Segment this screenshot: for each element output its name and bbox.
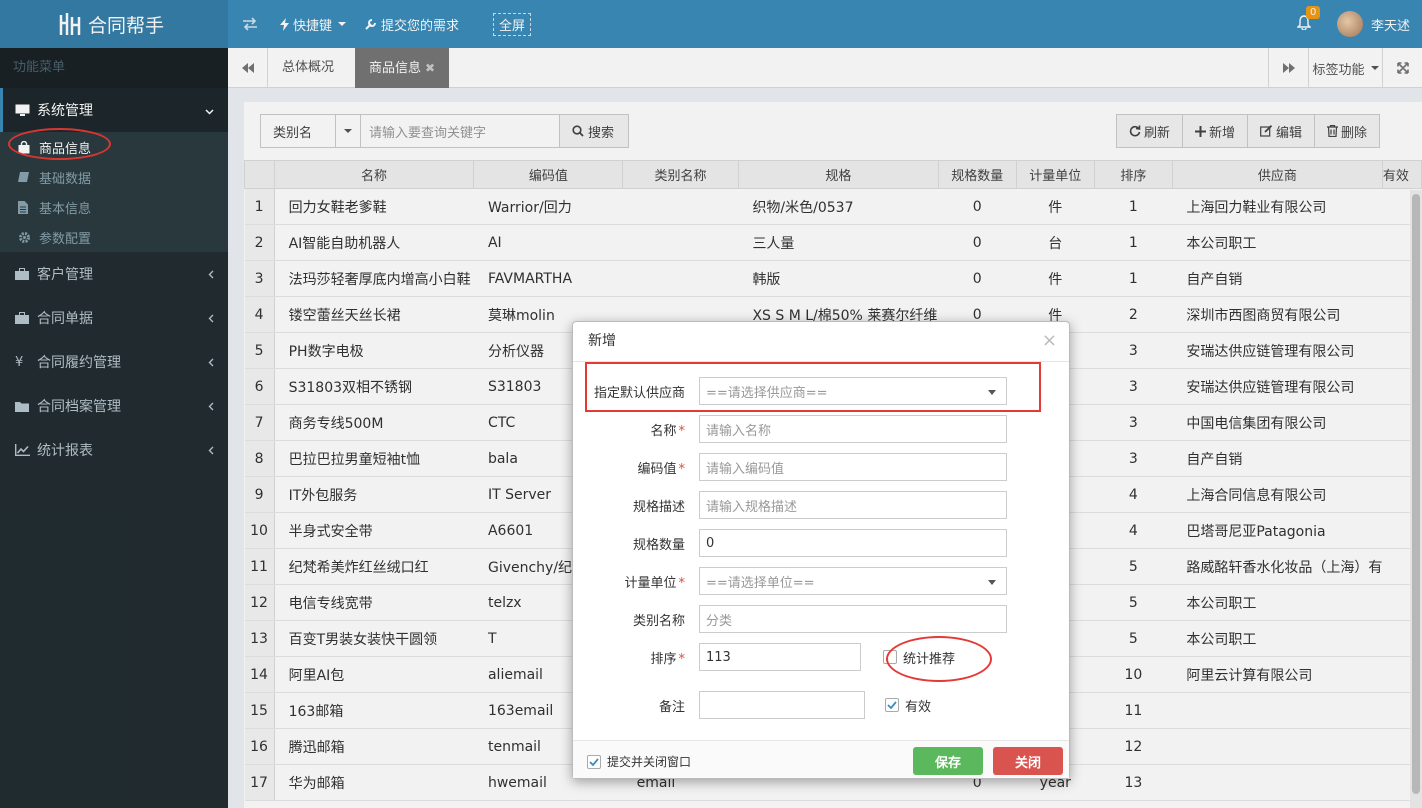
remark-input[interactable] (699, 691, 865, 719)
close-button[interactable]: 关闭 (993, 747, 1063, 775)
dialog-footer: 提交并关闭窗口 保存 关闭 (573, 740, 1069, 778)
category-input[interactable]: 分类 (699, 605, 1007, 633)
spec-label: 规格描述 (632, 499, 685, 515)
name-label: 名称 * (573, 420, 699, 439)
sort-label-text: 排序 (650, 651, 677, 667)
unit-label-text: 计量单位 (624, 575, 677, 591)
save-button[interactable]: 保存 (913, 747, 983, 775)
dialog-title-bar: 新增 × (573, 322, 1069, 362)
unit-row: 计量单位 * ==请选择单位== (573, 567, 1007, 595)
category-row: 类别名称 分类 (573, 605, 1007, 633)
recommend-label: 统计推荐 (903, 651, 956, 667)
spec-row: 规格描述 请输入规格描述 (573, 491, 1007, 519)
code-input[interactable]: 请输入编码值 (699, 453, 1007, 481)
unit-select[interactable]: ==请选择单位== (699, 567, 1007, 595)
supplier-placeholder: ==请选择供应商== (706, 385, 828, 401)
required-mark: * (678, 651, 686, 667)
chevron-down-icon (988, 580, 996, 585)
check-icon (589, 757, 599, 766)
supplier-select[interactable]: ==请选择供应商== (699, 377, 1007, 405)
remark-label: 备注 (658, 699, 685, 715)
sort-label: 排序 * (573, 648, 699, 667)
name-label-text: 名称 (650, 423, 677, 439)
name-row: 名称 * 请输入名称 (573, 415, 1007, 443)
close-icon[interactable]: × (1042, 322, 1057, 360)
recommend-checkbox-row[interactable]: 统计推荐 (883, 648, 955, 667)
supplier-row: 指定默认供应商 ==请选择供应商== (573, 377, 1007, 405)
sort-row: 排序 * 113 统计推荐 (573, 643, 955, 671)
required-mark: * (678, 575, 686, 591)
valid-label: 有效 (905, 699, 932, 715)
check-icon (887, 701, 897, 709)
close-after-submit-row[interactable]: 提交并关闭窗口 (587, 753, 691, 770)
valid-checkbox-row[interactable]: 有效 (885, 696, 931, 715)
code-row: 编码值 * 请输入编码值 (573, 453, 1007, 481)
chevron-down-icon (988, 390, 996, 395)
spec-input[interactable]: 请输入规格描述 (699, 491, 1007, 519)
category-label: 类别名称 (632, 613, 685, 629)
valid-checkbox[interactable] (885, 698, 899, 712)
sort-input[interactable]: 113 (699, 643, 861, 671)
qty-row: 规格数量 0 (573, 529, 1007, 557)
name-input[interactable]: 请输入名称 (699, 415, 1007, 443)
supplier-label: 指定默认供应商 (593, 385, 685, 401)
unit-placeholder: ==请选择单位== (706, 575, 815, 591)
qty-input[interactable]: 0 (699, 529, 1007, 557)
code-label: 编码值 * (573, 458, 699, 477)
required-mark: * (678, 423, 686, 439)
recommend-checkbox[interactable] (883, 650, 897, 664)
add-product-dialog: 新增 × 指定默认供应商 ==请选择供应商== 名称 * 请输入名称 编码值 * 请… (572, 321, 1070, 779)
dialog-title: 新增 (588, 333, 616, 349)
close-after-submit-label: 提交并关闭窗口 (607, 755, 692, 769)
code-label-text: 编码值 (637, 461, 677, 477)
required-mark: * (678, 461, 686, 477)
unit-label: 计量单位 * (573, 572, 699, 591)
remark-row: 备注 有效 (573, 691, 931, 719)
close-after-submit-checkbox[interactable] (587, 754, 601, 769)
qty-label: 规格数量 (632, 537, 685, 553)
